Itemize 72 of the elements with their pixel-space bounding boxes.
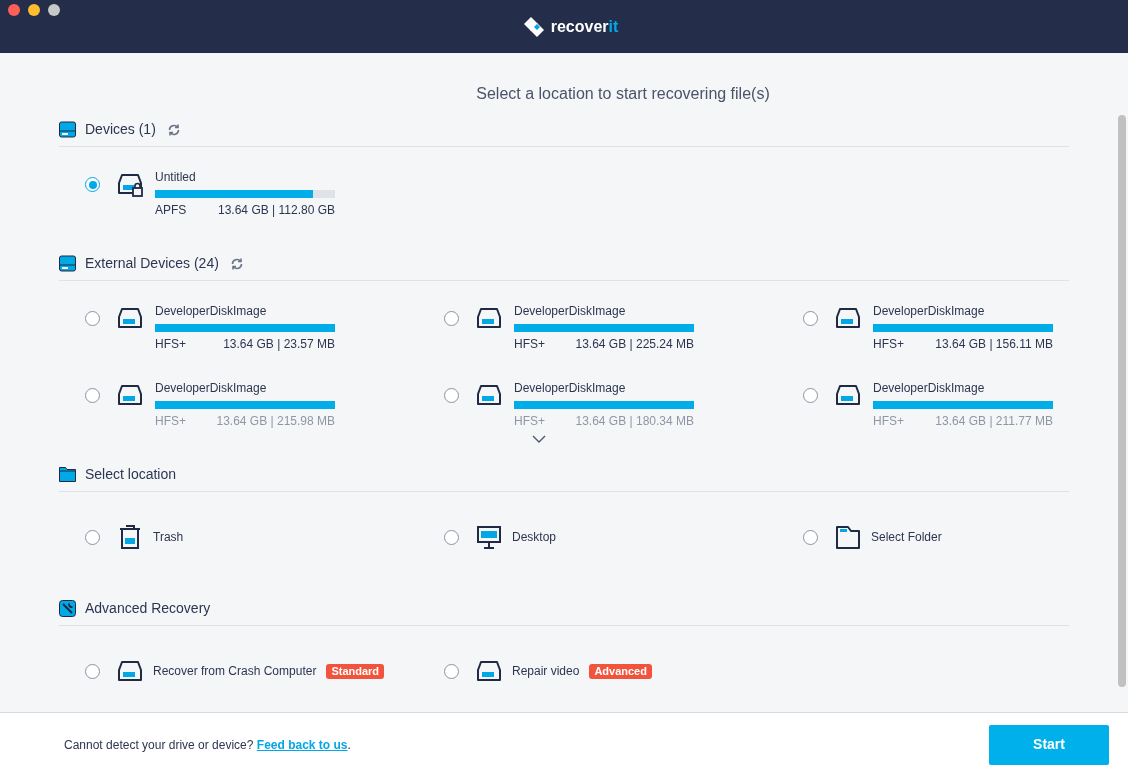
drive-icon (117, 382, 143, 408)
drive-name: DeveloperDiskImage (155, 303, 268, 319)
radio-button[interactable] (444, 529, 459, 545)
monitor-icon (476, 524, 502, 550)
radio-button[interactable] (85, 311, 100, 326)
drive-icon (476, 382, 502, 408)
section-title: Advanced Recovery (85, 599, 211, 618)
drive-size: 13.64 GB | 112.80 GB (218, 202, 335, 218)
minimize-window-button[interactable] (28, 4, 40, 16)
radio-button[interactable] (803, 529, 818, 545)
section-title: External Devices (24) (85, 254, 219, 273)
radio-button[interactable] (803, 311, 818, 326)
drive-icon (117, 305, 143, 331)
drive-size: 13.64 GB | 225.24 MB (575, 336, 694, 352)
drive-size: 13.64 GB | 156.11 MB (935, 336, 1053, 352)
refresh-icon[interactable] (229, 256, 244, 271)
feedback-link[interactable]: Feed back to us (256, 737, 348, 752)
file-system: HFS+ (873, 413, 904, 429)
location-label: Repair video (512, 663, 580, 680)
drive-name: DeveloperDiskImage (873, 380, 986, 396)
file-system: HFS+ (514, 413, 545, 429)
folder-icon (59, 466, 76, 483)
refresh-icon[interactable] (166, 122, 181, 137)
radio-button[interactable] (85, 177, 100, 192)
tier-badge: Standard (326, 663, 385, 679)
drive-icon (117, 658, 143, 684)
radio-button[interactable] (85, 663, 100, 679)
drive-size: 13.64 GB | 23.57 MB (223, 336, 335, 352)
drive-icon (835, 305, 861, 331)
scrollbar[interactable] (1118, 115, 1126, 687)
radio-button[interactable] (444, 388, 459, 403)
radio-button[interactable] (85, 529, 100, 545)
section-title: Select location (85, 465, 177, 484)
chevron-down-icon[interactable] (532, 435, 546, 443)
start-button[interactable]: Start (989, 724, 1109, 765)
drive-icon (835, 382, 861, 408)
drive-name: DeveloperDiskImage (873, 303, 986, 319)
section-title: Devices (1) (85, 120, 156, 139)
tier-badge: Advanced (589, 663, 652, 679)
help-text: Cannot detect your drive or device? Feed back to us. (64, 736, 351, 754)
radio-button[interactable] (444, 663, 459, 679)
drive-name: DeveloperDiskImage (514, 380, 627, 396)
drive-icon (59, 255, 76, 272)
file-system: HFS+ (873, 336, 904, 352)
file-system: HFS+ (155, 336, 186, 352)
radio-button[interactable] (803, 388, 818, 403)
wrench-icon (59, 600, 76, 617)
drive-size: 13.64 GB | 211.77 MB (935, 413, 1053, 429)
locked-drive-icon (117, 171, 143, 197)
drive-name: DeveloperDiskImage (155, 380, 268, 396)
close-window-button[interactable] (8, 4, 20, 16)
radio-button[interactable] (444, 311, 459, 326)
file-system: HFS+ (514, 336, 545, 352)
drive-size: 13.64 GB | 215.98 MB (216, 413, 335, 429)
page-heading: Select a location to start recovering file(s) (476, 84, 770, 104)
zoom-window-button[interactable] (48, 4, 60, 16)
file-system: HFS+ (155, 413, 186, 429)
radio-button[interactable] (85, 388, 100, 403)
drive-name: DeveloperDiskImage (514, 303, 627, 319)
location-label: Trash (153, 529, 184, 546)
drive-icon (476, 658, 502, 684)
location-label: Desktop (512, 529, 557, 546)
file-system: APFS (155, 202, 187, 218)
logo-text: recoverit (550, 16, 619, 37)
drive-icon (59, 121, 76, 138)
trash-icon (117, 524, 143, 550)
drive-size: 13.64 GB | 180.34 MB (575, 413, 694, 429)
location-label: Recover from Crash Computer (153, 663, 317, 680)
location-label: Select Folder (871, 529, 942, 546)
drive-name: Untitled (155, 169, 197, 185)
folder-icon (835, 524, 861, 550)
drive-icon (476, 305, 502, 331)
